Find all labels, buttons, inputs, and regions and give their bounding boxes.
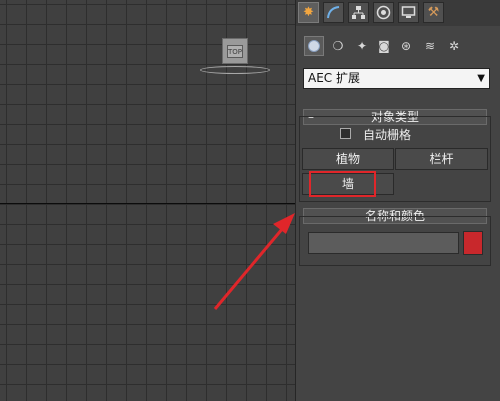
annotation-arrow xyxy=(213,213,295,310)
